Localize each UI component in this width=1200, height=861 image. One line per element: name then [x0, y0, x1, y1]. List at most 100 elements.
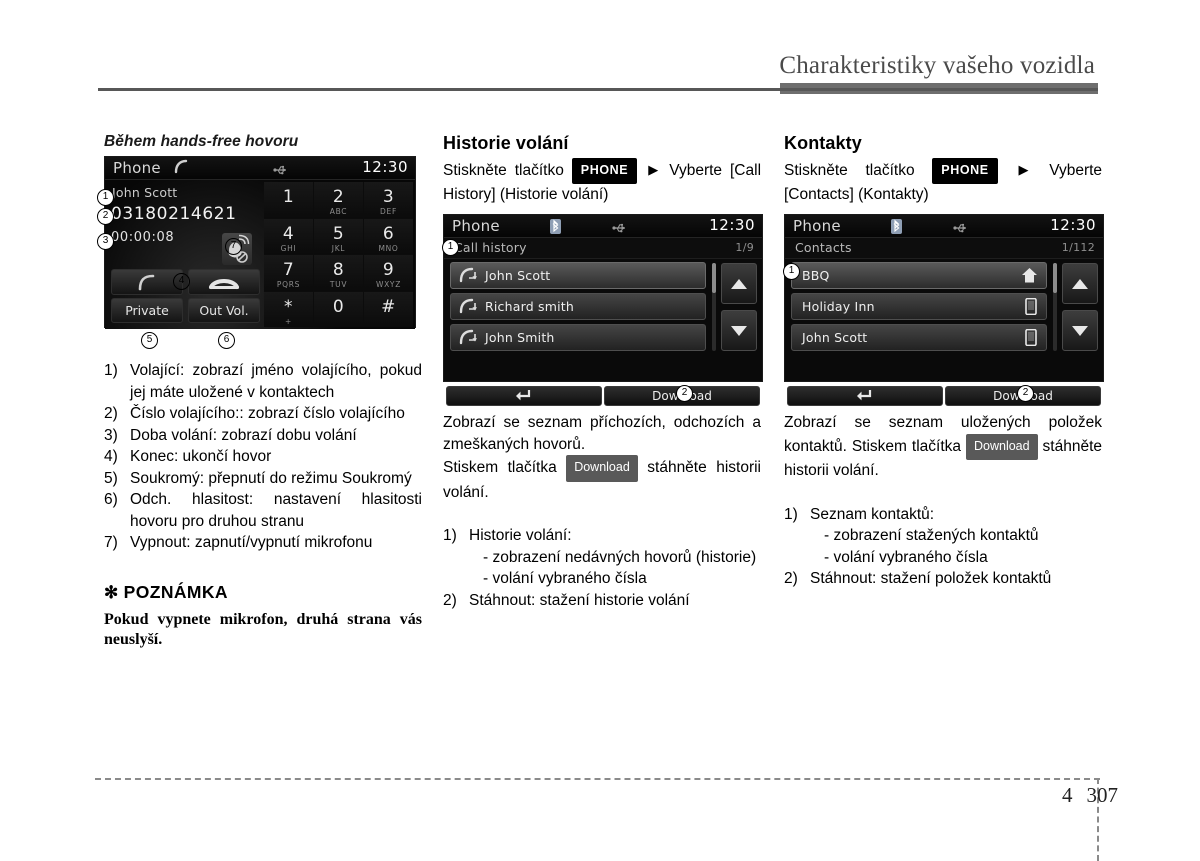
keypad-key-4[interactable]: 4 GHI [264, 218, 313, 254]
keypad-key-3[interactable]: 3 DEF [364, 182, 413, 218]
mid-paragraph-1: Zobrazí se seznam příchozích, odchozích … [443, 414, 761, 453]
status-clock: 12:30 [362, 158, 408, 176]
instruction-mid: Vyberte [669, 162, 723, 179]
callout-2: 2 [1017, 385, 1034, 402]
out-volume-button[interactable]: Out Vol. [188, 298, 260, 323]
right-section-title: Kontakty [784, 133, 862, 153]
keypad-key-0[interactable]: 0 [314, 291, 363, 327]
call-handset-icon [173, 159, 190, 179]
scroll-down-button[interactable] [1062, 310, 1098, 351]
keypad-key-9[interactable]: 9 WXYZ [364, 255, 413, 291]
mid-column: Historie volání Stiskněte tlačítko PHONE… [442, 133, 763, 611]
contacts-footer: Download [785, 386, 1103, 408]
back-button[interactable] [787, 386, 943, 406]
list-item[interactable]: John Smith [450, 324, 706, 351]
list-text: Volající: zobrazí jméno volajícího, poku… [130, 362, 422, 401]
list-marker: 1) [104, 362, 118, 379]
list-marker: 6) [104, 491, 118, 508]
list-item[interactable]: Holiday Inn [791, 293, 1047, 320]
keypad-key-2[interactable]: 2 ABC [314, 182, 363, 218]
scrollbar-thumb[interactable] [1053, 263, 1057, 293]
call-duration: 00:00:08 [111, 230, 175, 245]
list-item[interactable]: BBQ [791, 262, 1047, 289]
key-digit: 7 [282, 260, 295, 280]
callout-7: 7 [225, 238, 242, 255]
triangle-down-icon [731, 326, 747, 336]
call-screen-body: John Scott 03180214621 00:00:08 Private … [105, 180, 415, 329]
keypad-key-6[interactable]: 6 MNO [364, 218, 413, 254]
list-text: Stáhnout: stažení historie volání [469, 591, 690, 609]
scroll-up-button[interactable] [1062, 263, 1098, 304]
key-digit: 8 [332, 260, 345, 280]
page-header: Charakteristiky vašeho vozidla [0, 0, 1200, 95]
sublist-item: - volání vybraného čísla [810, 547, 1102, 569]
chapter-number: 4 [1062, 783, 1073, 807]
callout-2: 2 [676, 385, 693, 402]
triangle-down-icon [1072, 326, 1088, 336]
list-text: Vypnout: zapnutí/vypnutí mikrofonu [130, 534, 373, 551]
list-item: 6) Odch. hlasitost: nastavení hlasitosti… [104, 489, 422, 532]
list-text: Doba volání: zobrazí dobu volání [130, 426, 357, 444]
callout-5: 5 [141, 332, 158, 349]
status-app-name: Phone [113, 159, 161, 177]
list-item-label: BBQ [802, 268, 830, 283]
callout-1: 1 [442, 239, 459, 256]
end-call-button[interactable] [188, 269, 260, 295]
note-body: Pokud vypnete mikrofon, druhá strana vás… [104, 610, 422, 648]
keypad-key-1[interactable]: 1 [264, 182, 313, 218]
list-item[interactable]: Richard smith [450, 293, 706, 320]
instruction-pre: Stiskněte tlačítko [443, 162, 564, 179]
call-history-list-body: John Scott Richard smith John Smith [444, 259, 762, 386]
left-numbered-list: 1) Volající: zobrazí jméno volajícího, p… [104, 360, 422, 554]
list-item[interactable]: John Scott [450, 262, 706, 289]
list-text: Číslo volajícího:: zobrazí číslo volajíc… [130, 405, 405, 422]
list-page-indicator: 1/9 [735, 241, 754, 254]
list-item[interactable]: John Scott [791, 324, 1047, 351]
list-marker: 1) [443, 527, 457, 544]
keypad-key-hash[interactable]: # [364, 291, 413, 327]
list-text: Stáhnout: stažení položek kontaktů [810, 570, 1052, 587]
keypad-key-star[interactable]: * + [264, 291, 313, 327]
scroll-down-button[interactable] [721, 310, 757, 351]
key-letters: TUV [329, 280, 348, 289]
call-history-device: Phone 12:30 Call history 1/9 John Scott … [442, 214, 763, 406]
mobile-phone-icon [1024, 328, 1038, 350]
list-item: 4) Konec: ukončí hovor [104, 446, 422, 468]
keypad-key-5[interactable]: 5 JKL [314, 218, 363, 254]
call-history-footer: Download [444, 386, 762, 408]
list-title: Call history [454, 240, 527, 255]
callout-1: 1 [97, 189, 114, 206]
key-digit: 5 [332, 223, 345, 244]
list-item: 7) Vypnout: zapnutí/vypnutí mikrofonu [104, 532, 422, 554]
callout-1: 1 [783, 263, 800, 280]
scrollbar-thumb[interactable] [712, 263, 716, 293]
list-marker: 2) [443, 591, 457, 609]
back-button[interactable] [446, 386, 602, 406]
right-arrow-icon: ▶ [648, 162, 659, 177]
instruction-post: [Contacts] (Kontakty) [784, 186, 929, 203]
usb-icon [953, 219, 969, 238]
key-digit: # [381, 296, 396, 317]
list-item-label: Holiday Inn [802, 299, 875, 314]
list-marker: 3) [104, 426, 118, 444]
list-marker: 4) [104, 448, 118, 465]
caller-number: 03180214621 [111, 204, 237, 224]
private-mode-button[interactable]: Private [111, 298, 183, 323]
paragraph-pre: Stiskem tlačítka [443, 459, 557, 476]
keypad-key-7[interactable]: 7 PQRS [264, 255, 313, 291]
status-clock: 12:30 [709, 216, 755, 234]
right-paragraph-1: Zobrazí se seznam uložených položek kont… [784, 412, 1102, 482]
mobile-phone-icon [1024, 297, 1038, 319]
contacts-status-bar: Phone 12:30 [785, 215, 1103, 238]
dial-keypad[interactable]: 1 2 ABC 3 DEF 4 GHI 5 JKL 6 MNO 7 PQRS 8… [264, 182, 413, 327]
key-digit: 4 [282, 223, 295, 244]
call-history-list-header: Call history 1/9 [444, 238, 762, 259]
scroll-up-button[interactable] [721, 263, 757, 304]
key-letters: GHI [280, 243, 297, 253]
list-marker: 7) [104, 534, 118, 551]
callout-3: 3 [97, 233, 114, 250]
key-digit: * [284, 296, 293, 317]
list-marker: 2) [784, 570, 798, 587]
contacts-list-body: BBQ Holiday Inn John Scott [785, 259, 1103, 386]
keypad-key-8[interactable]: 8 TUV [314, 255, 363, 291]
